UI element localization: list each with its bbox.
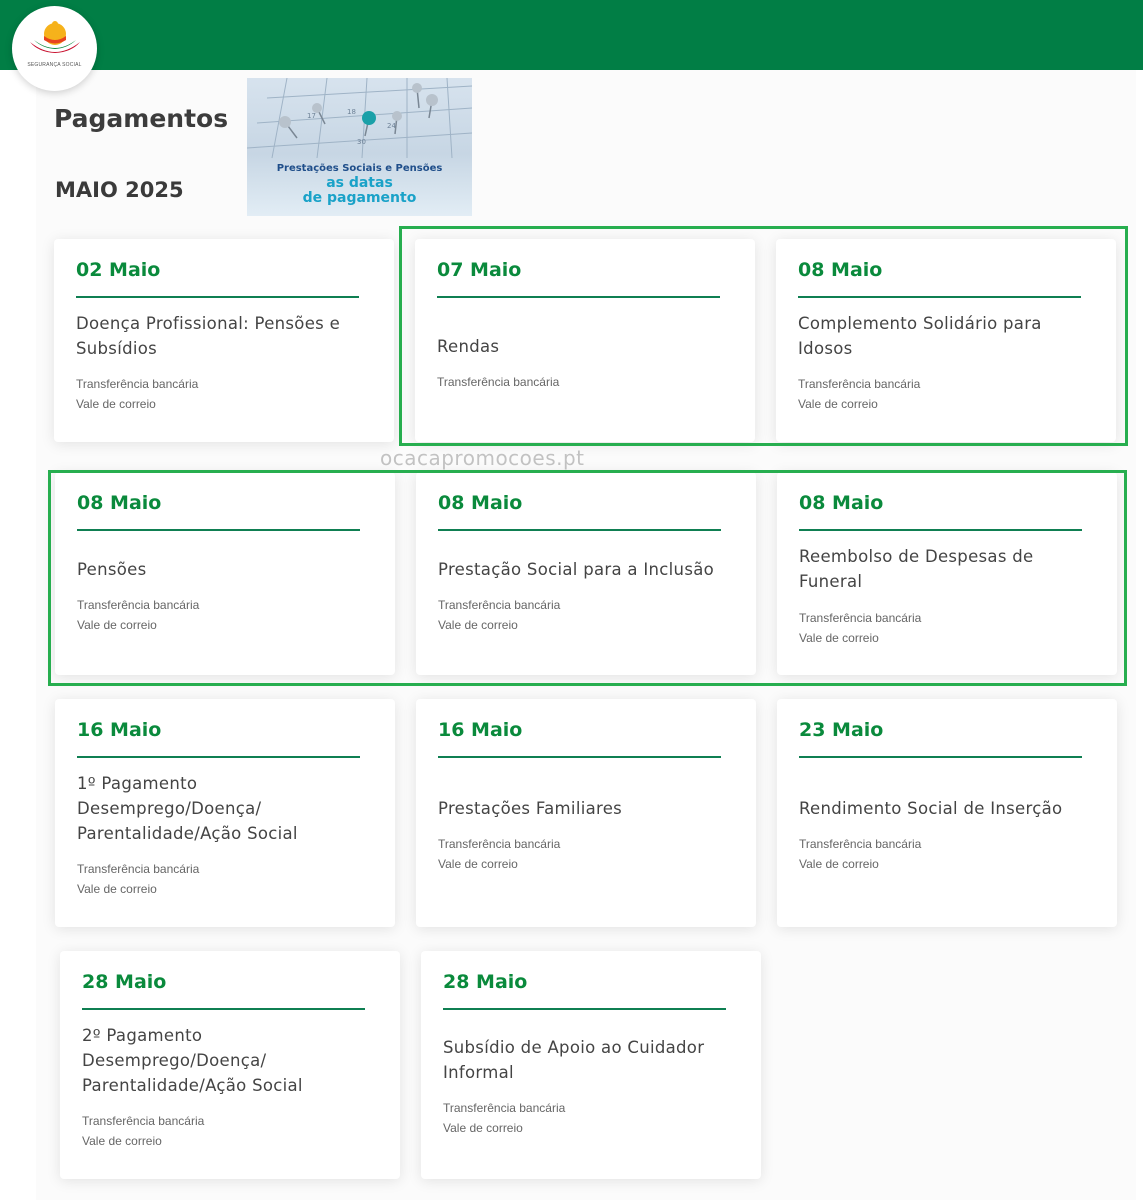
payment-method-bank-transfer: Transferência bancária bbox=[443, 1101, 566, 1115]
card-title: Rendimento Social de Inserção bbox=[799, 799, 1063, 818]
card-divider bbox=[82, 1008, 365, 1010]
payment-card[interactable]: 02 Maio Doença Profissional: Pensões e S… bbox=[54, 239, 394, 442]
payment-method-postal-order: Vale de correio bbox=[438, 617, 518, 632]
card-divider bbox=[77, 756, 360, 758]
payment-card[interactable]: 28 Maio Subsídio de Apoio ao Cuidador In… bbox=[421, 951, 761, 1179]
card-date: 28 Maio bbox=[443, 971, 528, 993]
payment-card[interactable]: 16 Maio Prestações Familiares Transferên… bbox=[416, 699, 756, 927]
month-title: MAIO 2025 bbox=[55, 178, 184, 202]
payment-method-postal-order: Vale de correio bbox=[798, 396, 878, 411]
card-payment-methods: Transferência bancária Vale de correio bbox=[77, 860, 199, 899]
card-divider bbox=[77, 529, 360, 531]
payment-method-bank-transfer: Transferência bancária bbox=[77, 862, 200, 876]
card-divider bbox=[438, 529, 721, 531]
payment-method-bank-transfer: Transferência bancária bbox=[76, 377, 199, 391]
payment-dates-banner[interactable]: 17 18 24 30 Prestações Sociais e Pensões… bbox=[247, 78, 472, 216]
card-payment-methods: Transferência bancária Vale de correio bbox=[82, 1112, 204, 1151]
card-title: Reembolso de Despesas de Funeral bbox=[799, 547, 1034, 591]
svg-text:17: 17 bbox=[307, 112, 316, 120]
card-date: 08 Maio bbox=[798, 259, 883, 281]
payment-card[interactable]: 08 Maio Complemento Solidário para Idoso… bbox=[776, 239, 1116, 442]
banner-text: Prestações Sociais e Pensões as datas de… bbox=[247, 161, 472, 206]
card-payment-methods: Transferência bancária Vale de correio bbox=[438, 596, 560, 635]
card-date: 23 Maio bbox=[799, 719, 884, 741]
card-payment-methods: Transferência bancária Vale de correio bbox=[799, 609, 921, 648]
card-title: Subsídio de Apoio ao Cuidador Informal bbox=[443, 1038, 705, 1082]
payment-method-bank-transfer: Transferência bancária bbox=[799, 837, 922, 851]
payment-method-bank-transfer: Transferência bancária bbox=[438, 598, 561, 612]
card-payment-methods: Transferência bancária bbox=[437, 373, 559, 393]
card-payment-methods: Transferência bancária Vale de correio bbox=[76, 375, 198, 414]
card-divider bbox=[443, 1008, 726, 1010]
card-title: Pensões bbox=[77, 560, 147, 579]
payment-card[interactable]: 28 Maio 2º Pagamento Desemprego/Doença/ … bbox=[60, 951, 400, 1179]
payment-method-bank-transfer: Transferência bancária bbox=[798, 377, 921, 391]
card-title: 1º Pagamento Desemprego/Doença/ Parental… bbox=[77, 774, 298, 843]
card-divider bbox=[799, 756, 1082, 758]
watermark: ocacapromocoes.pt bbox=[380, 446, 585, 470]
top-bar bbox=[0, 0, 1143, 70]
card-title: 2º Pagamento Desemprego/Doença/ Parental… bbox=[82, 1026, 303, 1095]
payment-card[interactable]: 07 Maio Rendas Transferência bancária bbox=[415, 239, 755, 442]
banner-line-3: de pagamento bbox=[302, 190, 417, 206]
card-date: 08 Maio bbox=[799, 492, 884, 514]
payment-card[interactable]: 23 Maio Rendimento Social de Inserção Tr… bbox=[777, 699, 1117, 927]
card-title: Prestação Social para a Inclusão bbox=[438, 560, 715, 579]
payment-card[interactable]: 08 Maio Reembolso de Despesas de Funeral… bbox=[777, 472, 1117, 675]
card-payment-methods: Transferência bancária Vale de correio bbox=[799, 835, 921, 874]
card-divider bbox=[438, 756, 721, 758]
payment-method-postal-order: Vale de correio bbox=[443, 1120, 523, 1135]
payment-method-postal-order: Vale de correio bbox=[799, 630, 879, 645]
card-date: 08 Maio bbox=[77, 492, 162, 514]
card-date: 08 Maio bbox=[438, 492, 523, 514]
svg-text:30: 30 bbox=[357, 138, 366, 146]
payment-method-postal-order: Vale de correio bbox=[76, 396, 156, 411]
payment-method-bank-transfer: Transferência bancária bbox=[438, 837, 561, 851]
card-date: 07 Maio bbox=[437, 259, 522, 281]
payment-method-bank-transfer: Transferência bancária bbox=[799, 611, 922, 625]
card-divider bbox=[799, 529, 1082, 531]
card-payment-methods: Transferência bancária Vale de correio bbox=[443, 1099, 565, 1138]
seguranca-social-logo[interactable]: SEGURANÇA SOCIAL bbox=[12, 6, 97, 91]
logo-text: SEGURANÇA SOCIAL bbox=[27, 62, 82, 68]
payment-method-bank-transfer: Transferência bancária bbox=[437, 375, 560, 389]
payment-method-postal-order: Vale de correio bbox=[77, 617, 157, 632]
payment-method-postal-order: Vale de correio bbox=[438, 856, 518, 871]
card-date: 02 Maio bbox=[76, 259, 161, 281]
payment-method-postal-order: Vale de correio bbox=[799, 856, 879, 871]
card-payment-methods: Transferência bancária Vale de correio bbox=[798, 375, 920, 414]
payment-card[interactable]: 08 Maio Prestação Social para a Inclusão… bbox=[416, 472, 756, 675]
page-title: Pagamentos bbox=[54, 104, 229, 133]
card-date: 16 Maio bbox=[438, 719, 523, 741]
svg-text:18: 18 bbox=[347, 108, 356, 116]
card-payment-methods: Transferência bancária Vale de correio bbox=[77, 596, 199, 635]
payment-method-postal-order: Vale de correio bbox=[77, 881, 157, 896]
payment-card[interactable]: 16 Maio 1º Pagamento Desemprego/Doença/ … bbox=[55, 699, 395, 927]
payment-card[interactable]: 08 Maio Pensões Transferência bancária V… bbox=[55, 472, 395, 675]
card-divider bbox=[76, 296, 359, 298]
card-date: 28 Maio bbox=[82, 971, 167, 993]
payment-method-bank-transfer: Transferência bancária bbox=[82, 1114, 205, 1128]
card-payment-methods: Transferência bancária Vale de correio bbox=[438, 835, 560, 874]
card-date: 16 Maio bbox=[77, 719, 162, 741]
card-title: Complemento Solidário para Idosos bbox=[798, 314, 1042, 358]
payment-method-bank-transfer: Transferência bancária bbox=[77, 598, 200, 612]
card-title: Rendas bbox=[437, 337, 500, 356]
payment-method-postal-order: Vale de correio bbox=[82, 1133, 162, 1148]
card-title: Prestações Familiares bbox=[438, 799, 623, 818]
card-title: Doença Profissional: Pensões e Subsídios bbox=[76, 314, 341, 358]
banner-line-1: Prestações Sociais e Pensões bbox=[276, 163, 443, 174]
banner-line-2: as datas bbox=[326, 175, 393, 191]
logo-emblem-icon bbox=[30, 21, 80, 53]
card-divider bbox=[798, 296, 1081, 298]
card-divider bbox=[437, 296, 720, 298]
